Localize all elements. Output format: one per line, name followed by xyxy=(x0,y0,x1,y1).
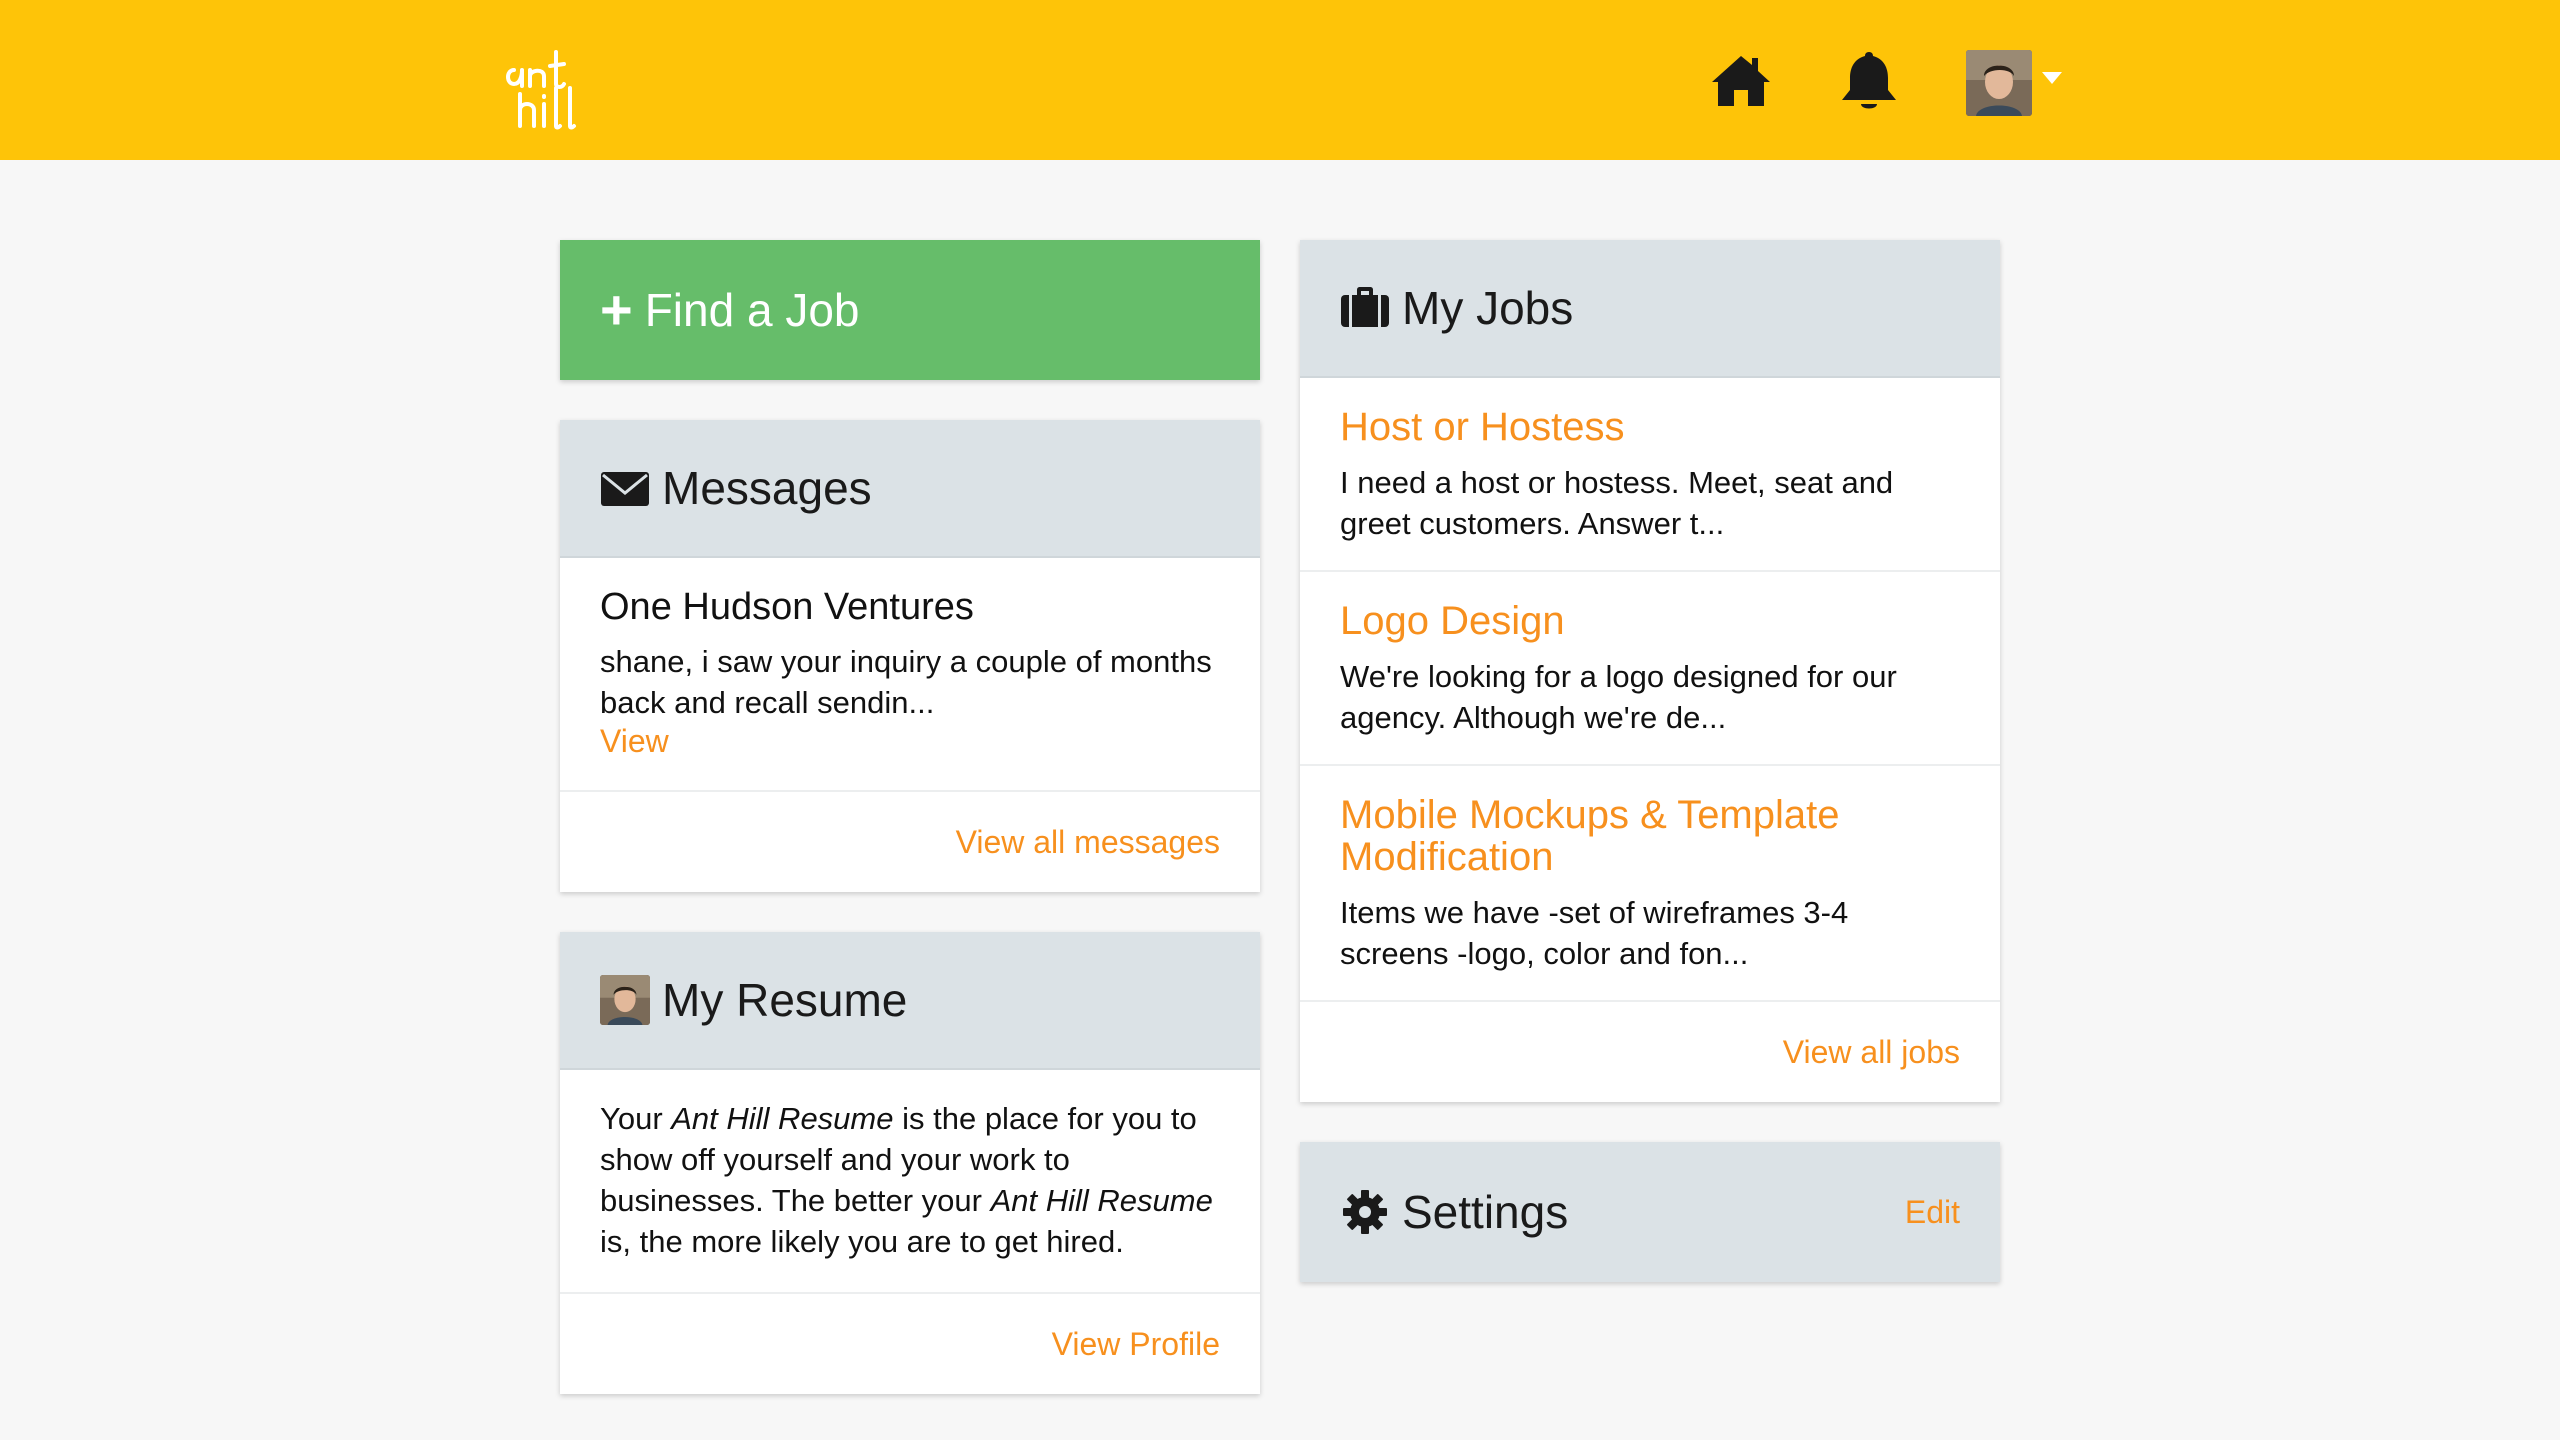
job-item: Mobile Mockups & Template Modification I… xyxy=(1300,766,2000,1002)
resume-text-em-2: Ant Hill Resume xyxy=(990,1183,1213,1218)
resume-text-1: Your xyxy=(600,1101,672,1136)
jobs-footer: View all jobs xyxy=(1300,1002,2000,1102)
find-job-button[interactable]: + Find a Job xyxy=(560,240,1260,380)
message-sender: One Hudson Ventures xyxy=(600,586,974,628)
find-job-label: Find a Job xyxy=(644,284,860,336)
view-message-link[interactable]: View xyxy=(600,723,1220,760)
job-description: Items we have -set of wireframes 3-4 scr… xyxy=(1340,895,1849,971)
envelope-icon xyxy=(601,472,649,506)
job-description: We're looking for a logo designed for ou… xyxy=(1340,659,1897,735)
settings-title: Settings xyxy=(1402,1186,1569,1238)
resume-footer: View Profile xyxy=(560,1294,1260,1394)
view-all-messages-link[interactable]: View all messages xyxy=(956,824,1220,861)
left-column: + Find a Job Messages One Hudson Venture… xyxy=(560,240,1260,1434)
job-title-link[interactable]: Logo Design xyxy=(1340,600,1960,642)
job-item: Host or Hostess I need a host or hostess… xyxy=(1300,378,2000,572)
messages-title: Messages xyxy=(662,462,872,514)
resume-card: My Resume Your Ant Hill Resume is the pl… xyxy=(560,932,1260,1394)
my-jobs-card: My Jobs Host or Hostess I need a host or… xyxy=(1300,240,2000,1102)
edit-settings-link[interactable]: Edit xyxy=(1905,1194,1960,1231)
resume-header: My Resume xyxy=(560,932,1260,1070)
user-avatar xyxy=(1966,50,2032,116)
messages-footer: View all messages xyxy=(560,792,1260,892)
chevron-down-icon xyxy=(2042,72,2062,84)
messages-header: Messages xyxy=(560,420,1260,558)
resume-description: Your Ant Hill Resume is the place for yo… xyxy=(560,1070,1260,1294)
my-jobs-header: My Jobs xyxy=(1300,240,2000,378)
resume-title: My Resume xyxy=(662,974,908,1026)
right-column: My Jobs Host or Hostess I need a host or… xyxy=(1300,240,2000,1322)
gear-icon xyxy=(1343,1190,1387,1234)
message-preview: shane, i saw your inquiry a couple of mo… xyxy=(600,644,1212,720)
plus-icon: + xyxy=(600,278,633,341)
user-menu[interactable] xyxy=(1966,50,2066,116)
notification-bell-icon[interactable] xyxy=(1836,48,1902,114)
message-item: One Hudson Ventures shane, i saw your in… xyxy=(560,558,1260,792)
job-description: I need a host or hostess. Meet, seat and… xyxy=(1340,465,1894,541)
briefcase-icon xyxy=(1341,287,1389,327)
resume-text-3: is, the more likely you are to get hired… xyxy=(600,1224,1124,1259)
ant-hill-logo[interactable] xyxy=(500,30,590,130)
view-profile-link[interactable]: View Profile xyxy=(1052,1326,1220,1363)
job-title-link[interactable]: Mobile Mockups & Template Modification xyxy=(1340,794,1960,878)
view-all-jobs-link[interactable]: View all jobs xyxy=(1783,1034,1960,1071)
top-navbar xyxy=(0,0,2560,160)
settings-header: Settings Edit xyxy=(1300,1142,2000,1282)
job-title-link[interactable]: Host or Hostess xyxy=(1340,406,1960,448)
job-item: Logo Design We're looking for a logo des… xyxy=(1300,572,2000,766)
settings-card: Settings Edit xyxy=(1300,1142,2000,1282)
resume-avatar xyxy=(600,975,650,1025)
messages-card: Messages One Hudson Ventures shane, i sa… xyxy=(560,420,1260,892)
resume-text-em-1: Ant Hill Resume xyxy=(671,1101,894,1136)
my-jobs-title: My Jobs xyxy=(1402,282,1574,334)
home-icon[interactable] xyxy=(1708,48,1774,114)
